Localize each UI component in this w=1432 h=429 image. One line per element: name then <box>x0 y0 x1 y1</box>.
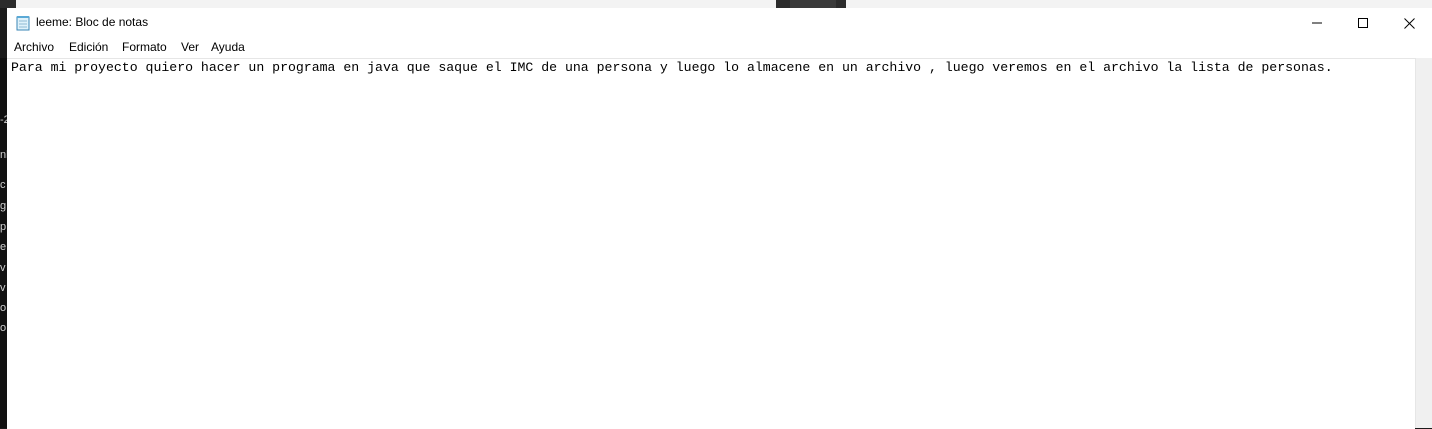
menu-bar: Archivo Edición Formato Ver Ayuda <box>7 38 1432 57</box>
menu-formato[interactable]: Formato <box>119 40 170 54</box>
background-text: nl <box>0 149 7 161</box>
background-pane <box>846 0 1432 8</box>
maximize-icon <box>1358 18 1368 28</box>
background-text: v <box>0 262 6 274</box>
background-pane <box>790 0 836 8</box>
background-text: o <box>0 302 7 314</box>
background-text: e <box>0 241 7 253</box>
menu-ver[interactable]: Ver <box>178 40 202 54</box>
background-text: -2 <box>0 114 7 126</box>
background-window-strip <box>0 0 1432 8</box>
menu-edicion[interactable]: Edición <box>66 40 111 54</box>
maximize-button[interactable] <box>1340 8 1386 38</box>
close-button[interactable] <box>1386 8 1432 38</box>
menu-ayuda[interactable]: Ayuda <box>208 40 248 54</box>
notepad-icon <box>16 16 30 31</box>
background-window-edge: -2 nl c g p e v v o o <box>0 58 7 428</box>
background-text: g <box>0 200 7 212</box>
notepad-window: leeme: Bloc de notas Archivo Edición For… <box>7 8 1432 429</box>
close-icon <box>1403 17 1415 29</box>
background-pane <box>16 0 776 8</box>
vertical-scrollbar[interactable] <box>1415 58 1432 428</box>
menu-archivo[interactable]: Archivo <box>11 40 57 54</box>
background-text: c <box>0 179 6 191</box>
minimize-button[interactable] <box>1294 8 1340 38</box>
background-text: o <box>0 322 7 334</box>
editor-content[interactable]: Para mi proyecto quiero hacer un program… <box>11 60 1333 76</box>
title-bar[interactable]: leeme: Bloc de notas <box>7 8 1432 38</box>
text-editor[interactable]: Para mi proyecto quiero hacer un program… <box>7 58 1415 429</box>
background-text: v <box>0 282 6 294</box>
background-text: p <box>0 221 7 233</box>
window-title: leeme: Bloc de notas <box>36 15 149 29</box>
minimize-icon <box>1312 22 1322 24</box>
